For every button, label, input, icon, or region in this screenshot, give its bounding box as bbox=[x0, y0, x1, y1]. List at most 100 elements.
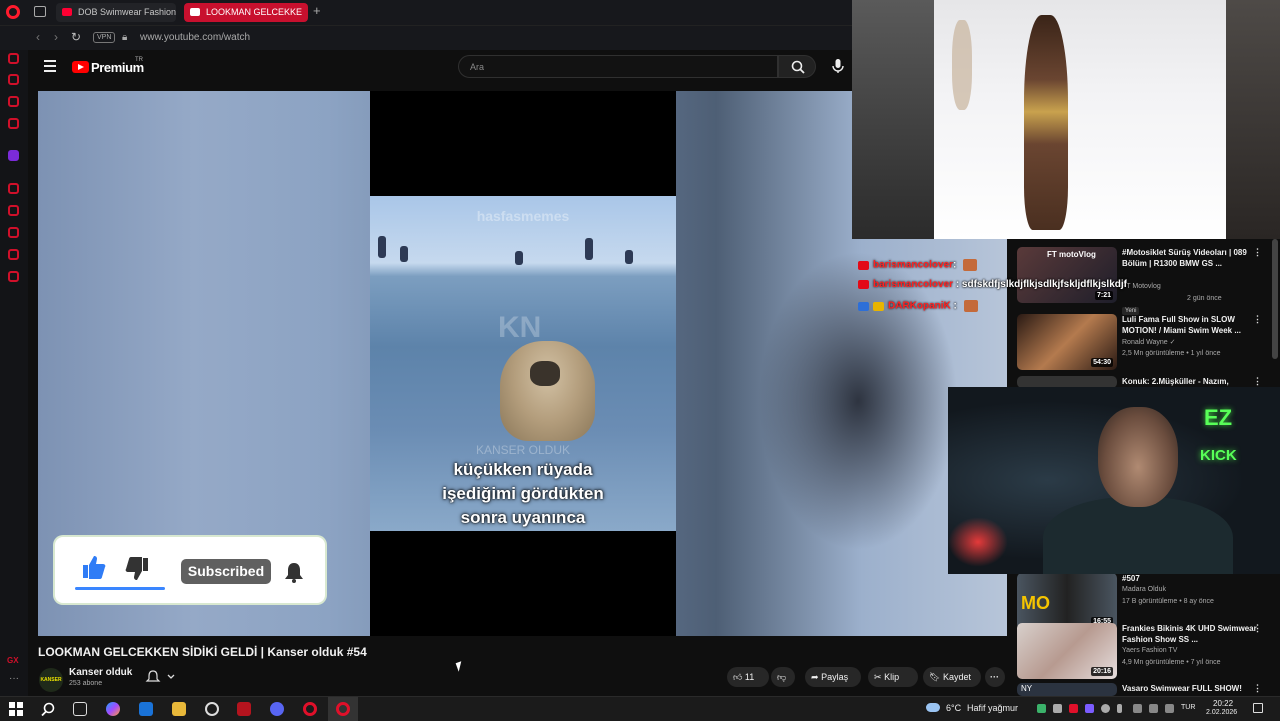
rec-title[interactable]: Vasaro Swimwear FULL SHOW! bbox=[1122, 683, 1262, 694]
rec-channel[interactable]: Yaers Fashion TV bbox=[1122, 647, 1177, 654]
kebab-menu-icon[interactable]: ⋮ bbox=[1253, 314, 1262, 325]
reload-icon[interactable]: ↻ bbox=[71, 30, 81, 44]
rec-title[interactable]: Frankies Bikinis 4K UHD Swimwear Fashion… bbox=[1122, 623, 1262, 645]
scrollbar[interactable] bbox=[1272, 239, 1278, 359]
more-actions-button[interactable]: ··· bbox=[985, 667, 1005, 687]
clock-time[interactable]: 20:22 bbox=[1213, 699, 1233, 708]
task-view-icon[interactable] bbox=[73, 702, 87, 716]
video-thumbnail[interactable]: NY bbox=[1017, 683, 1117, 696]
share-button[interactable]: ➦ Paylaş bbox=[805, 667, 861, 687]
new-tab-button[interactable]: + bbox=[313, 3, 321, 18]
opera-icon[interactable] bbox=[303, 702, 317, 716]
tray-app-icon[interactable] bbox=[1085, 704, 1094, 713]
video-thumbnail[interactable]: FT motoVlog 7:21 bbox=[1017, 247, 1117, 303]
sidebar-extensions-icon[interactable] bbox=[8, 249, 19, 260]
url-field[interactable]: www.youtube.com/watch bbox=[140, 32, 250, 43]
tray-network-icon[interactable] bbox=[1133, 704, 1142, 713]
sidebar-more-icon[interactable]: ··· bbox=[9, 673, 19, 684]
list-item[interactable]: NY Vasaro Swimwear FULL SHOW! ⋮ bbox=[1017, 683, 1279, 696]
sidebar-settings-icon[interactable] bbox=[8, 271, 19, 282]
sidebar-bookmarks-icon[interactable] bbox=[8, 205, 19, 216]
tray-opera-icon[interactable] bbox=[1069, 704, 1078, 713]
outlook-icon[interactable] bbox=[139, 702, 153, 716]
vpn-badge[interactable]: VPN bbox=[93, 32, 116, 43]
save-button[interactable]: 🔖︎ Kaydet bbox=[923, 667, 981, 687]
notification-dropdown-button[interactable] bbox=[142, 667, 182, 687]
tray-app-icon[interactable] bbox=[1101, 704, 1110, 713]
dog bbox=[500, 341, 595, 441]
search-button[interactable] bbox=[778, 55, 816, 78]
cloud-rain-icon[interactable] bbox=[926, 703, 940, 712]
video-thumbnail[interactable]: 20:16 bbox=[1017, 623, 1117, 679]
file-explorer-icon[interactable] bbox=[172, 702, 186, 716]
rec-title[interactable]: Konuk: 2.Müşküller - Nazım, bbox=[1122, 376, 1262, 387]
search-input[interactable]: Ara bbox=[458, 55, 778, 78]
discord-icon[interactable] bbox=[270, 702, 284, 716]
kebab-menu-icon[interactable]: ⋮ bbox=[1253, 623, 1262, 634]
watermark-top: hasfasmemes bbox=[476, 208, 570, 224]
youtube-logo-icon[interactable] bbox=[72, 61, 89, 73]
voicemeeter-icon[interactable] bbox=[237, 702, 251, 716]
like-button[interactable]: 👍︎ 11 bbox=[727, 667, 769, 687]
tray-app-icon[interactable] bbox=[1037, 704, 1046, 713]
sidebar-clock-icon[interactable] bbox=[8, 227, 19, 238]
clock-date[interactable]: 2.02.2026 bbox=[1206, 709, 1237, 716]
dislike-button[interactable]: 👎︎ bbox=[771, 667, 795, 687]
rec-channel[interactable]: FT Motovlog bbox=[1122, 283, 1161, 290]
rec-channel[interactable]: Ronald Wayne ✓ bbox=[1122, 338, 1175, 346]
channel-avatar[interactable]: KANSER OLDUK bbox=[39, 668, 63, 707]
notification-center-icon[interactable] bbox=[1253, 703, 1263, 713]
tab-lookman-active[interactable]: LOOKMAN GELCEKKE bbox=[184, 3, 308, 22]
tray-battery-icon[interactable] bbox=[1165, 704, 1174, 713]
list-item[interactable]: 54:30 Luli Fama Full Show in SLOW MOTION… bbox=[1017, 314, 1279, 376]
sidebar-player-icon[interactable] bbox=[8, 183, 19, 194]
tab-overview-icon[interactable] bbox=[34, 6, 46, 17]
clip-button[interactable]: ✂ Klip bbox=[868, 667, 918, 687]
weather-temperature[interactable]: 6°C bbox=[946, 703, 961, 713]
sidebar-twitch-icon[interactable] bbox=[8, 150, 19, 161]
video-thumbnail[interactable]: MO 16:55 bbox=[1017, 573, 1117, 629]
rec-title[interactable]: Luli Fama Full Show in SLOW MOTION! / Mi… bbox=[1122, 314, 1262, 336]
rec-channel[interactable]: Madara Olduk bbox=[1122, 586, 1166, 593]
sidebar-messenger-icon[interactable] bbox=[8, 96, 19, 107]
like-underline bbox=[75, 587, 165, 590]
windows-start-icon[interactable] bbox=[9, 702, 23, 716]
tray-mic-icon[interactable] bbox=[1117, 704, 1122, 713]
copilot-icon[interactable] bbox=[106, 702, 120, 716]
sidebar-mail-icon[interactable] bbox=[8, 118, 19, 129]
input-language[interactable]: TUR bbox=[1181, 704, 1195, 711]
tray-speaker-icon[interactable] bbox=[1149, 704, 1158, 713]
swimmer bbox=[625, 250, 633, 264]
list-item[interactable]: FT motoVlog 7:21 #Motosiklet Sürüş Video… bbox=[1017, 247, 1279, 315]
tab-dob-swimwear[interactable]: DOB Swimwear Fashion S bbox=[56, 3, 176, 22]
sidebar-aria-icon[interactable] bbox=[8, 74, 19, 85]
windows-taskbar: 6°C Hafif yağmur TUR 20:22 2.02.2026 bbox=[0, 696, 1280, 721]
list-item[interactable]: 20:16 Frankies Bikinis 4K UHD Swimwear F… bbox=[1017, 623, 1279, 685]
hamburger-menu-icon[interactable] bbox=[44, 60, 56, 72]
streamer-body bbox=[1043, 497, 1233, 574]
kick-neon-logo: KICK bbox=[1200, 447, 1237, 464]
sidebar-gx-corner[interactable]: GX bbox=[7, 656, 19, 665]
taskbar-active-app[interactable] bbox=[328, 697, 358, 721]
chat-username: barismancolover bbox=[873, 279, 954, 290]
kebab-menu-icon[interactable]: ⋮ bbox=[1253, 683, 1262, 694]
search-icon[interactable] bbox=[41, 702, 55, 717]
lock-icon[interactable]: 🔒︎ bbox=[122, 32, 127, 43]
rec-title[interactable]: #Motosiklet Sürüş Videoları | 089 Bölüm … bbox=[1122, 247, 1262, 269]
voice-search-button[interactable] bbox=[829, 57, 847, 75]
back-icon[interactable]: ‹ bbox=[36, 30, 40, 44]
rec-title[interactable]: #507 bbox=[1122, 573, 1262, 584]
video-thumbnail[interactable]: 54:30 bbox=[1017, 314, 1117, 370]
sidebar-history-icon[interactable] bbox=[8, 53, 19, 64]
forward-icon[interactable]: › bbox=[54, 30, 58, 44]
audience-right bbox=[1226, 0, 1280, 239]
video-frame[interactable]: hasfasmemes KN KANSER OLDUK küçükken rüy… bbox=[370, 91, 676, 636]
kebab-menu-icon[interactable]: ⋮ bbox=[1253, 247, 1262, 258]
channel-name[interactable]: Kanser olduk bbox=[69, 667, 132, 678]
kebab-menu-icon[interactable]: ⋮ bbox=[1253, 376, 1262, 387]
weather-description[interactable]: Hafif yağmur bbox=[967, 703, 1018, 713]
flag-badge-icon bbox=[858, 260, 869, 270]
tray-discord-icon[interactable] bbox=[1053, 704, 1062, 713]
opera-logo-icon[interactable] bbox=[6, 5, 20, 19]
obs-icon[interactable] bbox=[205, 702, 219, 716]
